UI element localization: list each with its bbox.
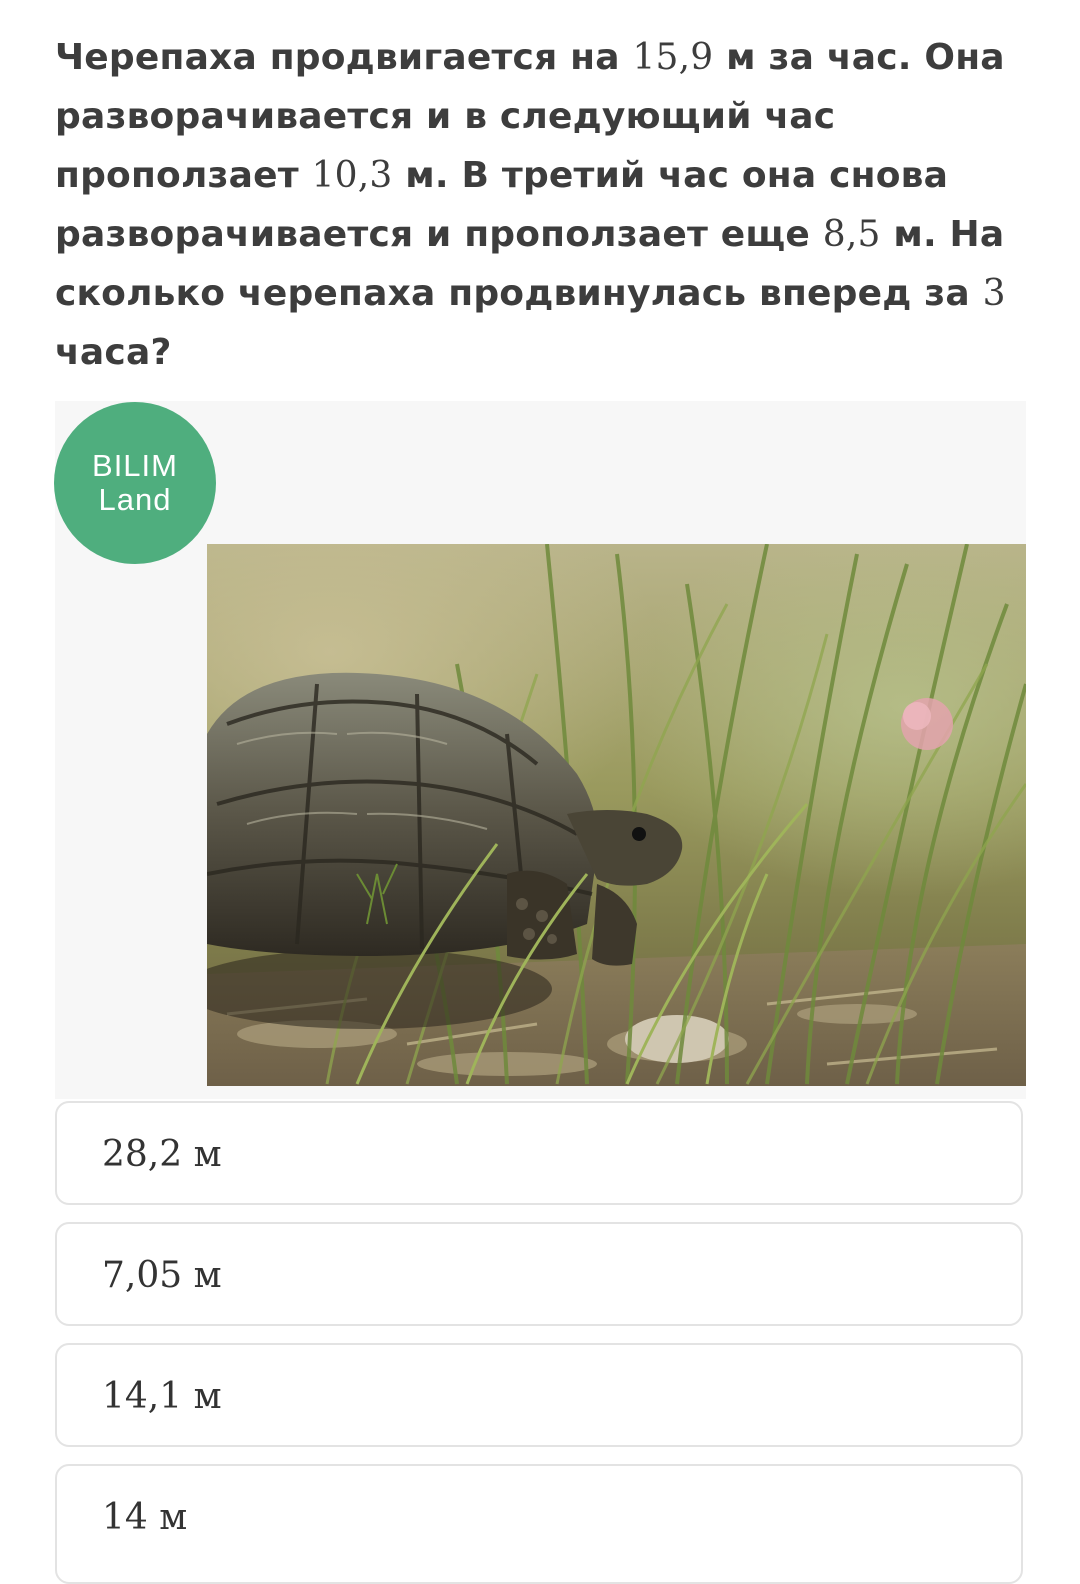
- answer-option[interactable]: 28,2 м: [55, 1101, 1023, 1205]
- question-number: 10,3: [311, 155, 393, 196]
- answer-value: 14,1: [102, 1376, 183, 1417]
- question-part: часа?: [55, 332, 172, 373]
- answer-option-label: 28,2 м: [102, 1133, 222, 1177]
- answer-unit: м: [147, 1497, 188, 1538]
- answer-value: 28,2: [102, 1134, 183, 1175]
- answer-option-label: 14 м: [102, 1496, 187, 1540]
- question-number: 3: [982, 273, 1006, 314]
- answer-unit: м: [182, 1134, 222, 1175]
- logo-line-2: Land: [98, 482, 172, 517]
- bilimland-logo: BILIM Land: [54, 402, 216, 564]
- answer-option[interactable]: 14 м: [55, 1464, 1023, 1584]
- answer-option[interactable]: 14,1 м: [55, 1343, 1023, 1447]
- question-text: Черепаха продвигается на 15,9 м за час. …: [55, 28, 1045, 382]
- tortoise-photo: [207, 544, 1026, 1086]
- answer-unit: м: [182, 1255, 222, 1296]
- logo-line-1: BILIM: [92, 448, 178, 483]
- question-number: 15,9: [632, 37, 714, 78]
- question-number: 8,5: [822, 214, 881, 255]
- answer-unit: м: [182, 1376, 222, 1417]
- answer-option-label: 14,1 м: [102, 1375, 222, 1419]
- answer-option-label: 7,05 м: [102, 1254, 222, 1298]
- question-part: Черепаха продвигается на: [55, 37, 633, 78]
- tortoise-photo-illustration: [207, 544, 1026, 1086]
- answer-value: 14: [102, 1497, 148, 1538]
- answer-option[interactable]: 7,05 м: [55, 1222, 1023, 1326]
- answer-value: 7,05: [102, 1255, 183, 1296]
